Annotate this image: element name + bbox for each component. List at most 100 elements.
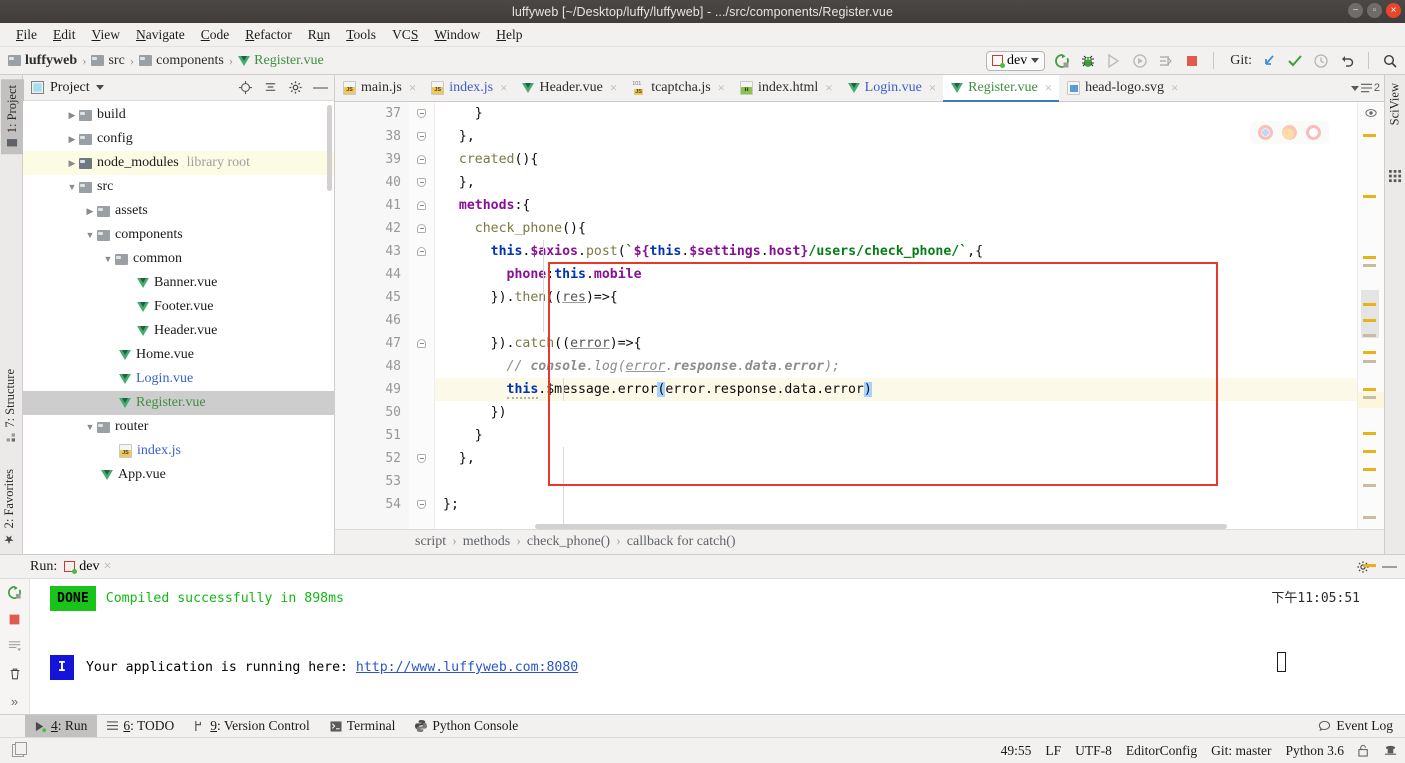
close-icon[interactable]: × <box>1171 80 1178 96</box>
debug-icon[interactable] <box>1079 52 1097 70</box>
fold-marker[interactable] <box>417 201 426 210</box>
rerun-icon[interactable] <box>7 585 22 600</box>
menu-item-file[interactable]: File <box>8 25 45 45</box>
line-separator[interactable]: LF <box>1045 743 1061 759</box>
menu-item-edit[interactable]: Edit <box>45 25 84 45</box>
scroll-to-end-icon[interactable] <box>7 639 22 654</box>
more-icon[interactable]: » <box>11 694 18 709</box>
hide-icon[interactable]: — <box>313 80 328 95</box>
breadcrumb-item-catch-callback[interactable]: callback for catch() <box>627 534 736 550</box>
menu-item-view[interactable]: View <box>84 25 128 45</box>
fold-marker[interactable] <box>417 155 426 164</box>
project-tree[interactable]: ▶ build ▶ config ▶ node_modules library … <box>23 101 334 554</box>
profile-icon[interactable] <box>1131 52 1149 70</box>
sidebar-item-sciview[interactable]: SciView <box>1388 83 1402 125</box>
fold-marker[interactable] <box>417 454 426 463</box>
chevron-right-icon[interactable]: ▶ <box>65 134 79 145</box>
app-url-link[interactable]: http://www.luffyweb.com:8080 <box>356 656 578 679</box>
chevron-down-icon[interactable]: ▼ <box>65 182 79 192</box>
browser-preview-chips[interactable] <box>1250 121 1329 144</box>
tree-item-footer-vue[interactable]: Footer.vue <box>23 295 334 319</box>
tool-button-version-control[interactable]: 9: Version Control <box>184 715 320 738</box>
step-icon[interactable] <box>1157 52 1175 70</box>
chevron-down-icon[interactable] <box>95 85 104 90</box>
run-configuration-selector[interactable]: dev <box>986 50 1046 71</box>
fold-marker[interactable] <box>417 224 426 233</box>
tree-item-register-vue[interactable]: Register.vue <box>23 391 334 415</box>
tree-item-header-vue[interactable]: Header.vue <box>23 319 334 343</box>
collapse-all-icon[interactable] <box>263 80 278 95</box>
commit-icon[interactable] <box>1286 52 1304 70</box>
run-with-coverage-icon[interactable] <box>1105 52 1123 70</box>
rerun-icon[interactable] <box>1053 52 1071 70</box>
chevron-right-icon[interactable]: ▶ <box>83 206 97 217</box>
close-icon[interactable]: × <box>1045 80 1052 96</box>
chevron-right-icon[interactable]: ▶ <box>65 110 79 121</box>
tab-header-vue[interactable]: Header.vue × <box>514 75 624 101</box>
firefox-icon[interactable] <box>1282 125 1297 140</box>
breadcrumb-item-src[interactable]: src <box>91 53 125 69</box>
close-icon[interactable]: × <box>610 80 617 96</box>
tool-button-python-console[interactable]: Python Console <box>405 715 528 738</box>
tool-button-run[interactable]: 4: Run <box>25 714 98 738</box>
menu-item-run[interactable]: Run <box>300 25 339 45</box>
fold-marker[interactable] <box>417 109 426 118</box>
chrome-icon[interactable] <box>1258 125 1273 140</box>
tree-item-app-vue[interactable]: App.vue <box>23 463 334 487</box>
fold-marker[interactable] <box>417 339 426 348</box>
fold-marker[interactable] <box>417 247 426 256</box>
run-console-output[interactable]: 下午11:05:51 DONE Compiled successfully in… <box>30 579 1405 714</box>
tab-index-html[interactable]: index.html × <box>732 75 840 101</box>
tree-item-router-index-js[interactable]: index.js <box>23 439 334 463</box>
tab-main-js[interactable]: main.js × <box>335 75 423 101</box>
tab-tcaptcha-js[interactable]: tcaptcha.js × <box>624 75 732 101</box>
tree-item-login-vue[interactable]: Login.vue <box>23 367 334 391</box>
file-encoding[interactable]: UTF-8 <box>1075 743 1112 759</box>
menu-item-vcs[interactable]: VCS <box>384 25 426 45</box>
tree-item-src[interactable]: ▼ src <box>23 175 334 199</box>
editor-horizontal-scrollbar[interactable] <box>535 524 1227 529</box>
python-interpreter[interactable]: Python 3.6 <box>1285 743 1344 759</box>
breadcrumb-item-project[interactable]: luffyweb <box>8 53 77 69</box>
close-icon[interactable]: × <box>929 80 936 96</box>
tool-button-terminal[interactable]: Terminal <box>320 715 406 738</box>
tab-overflow-button[interactable]: 2 <box>1350 75 1384 101</box>
menu-item-help[interactable]: Help <box>488 25 530 45</box>
tree-item-build[interactable]: ▶ build <box>23 103 334 127</box>
tree-item-components[interactable]: ▼ components <box>23 223 334 247</box>
close-icon[interactable]: × <box>500 80 507 96</box>
chevron-down-icon[interactable]: ▼ <box>101 254 115 264</box>
breadcrumb-item-methods[interactable]: methods <box>463 534 510 550</box>
menu-item-window[interactable]: Window <box>426 25 488 45</box>
menu-item-refactor[interactable]: Refactor <box>237 25 299 45</box>
git-branch-indicator[interactable]: Git: master <box>1211 743 1271 759</box>
close-icon[interactable]: × <box>718 80 725 96</box>
close-icon[interactable]: × <box>825 80 832 96</box>
fold-marker[interactable] <box>417 178 426 187</box>
fold-marker[interactable] <box>417 132 426 141</box>
tree-item-home-vue[interactable]: Home.vue <box>23 343 334 367</box>
tree-item-banner-vue[interactable]: Banner.vue <box>23 271 334 295</box>
hide-icon[interactable]: — <box>1382 559 1397 574</box>
caret-position[interactable]: 49:55 <box>1001 743 1032 759</box>
gear-icon[interactable] <box>1356 560 1370 574</box>
chevron-down-icon[interactable]: ▼ <box>83 422 97 432</box>
sidebar-item-favorites[interactable]: ★ 2: Favorites <box>2 469 17 546</box>
tree-item-config[interactable]: ▶ config <box>23 127 334 151</box>
history-icon[interactable] <box>1312 52 1330 70</box>
event-log-button[interactable]: Event Log <box>1318 718 1405 734</box>
breadcrumb-item-components[interactable]: components <box>139 53 224 69</box>
inspector-icon[interactable] <box>1384 744 1397 757</box>
menu-item-navigate[interactable]: Navigate <box>128 25 193 45</box>
grid-icon[interactable] <box>1389 170 1402 183</box>
stop-icon[interactable] <box>1183 52 1201 70</box>
tab-head-logo-svg[interactable]: head-logo.svg × <box>1059 75 1185 101</box>
inspection-eye-icon[interactable] <box>1365 107 1377 119</box>
opera-icon[interactable] <box>1306 125 1321 140</box>
stop-icon[interactable] <box>8 613 21 626</box>
settings-gear-icon[interactable] <box>288 80 303 95</box>
tab-register-vue[interactable]: Register.vue × <box>943 75 1060 102</box>
close-icon[interactable]: × <box>103 559 111 575</box>
code-content[interactable]: } }, created(){ }, methods:{ check_phone… <box>435 102 1357 529</box>
fold-marker[interactable] <box>417 500 426 509</box>
